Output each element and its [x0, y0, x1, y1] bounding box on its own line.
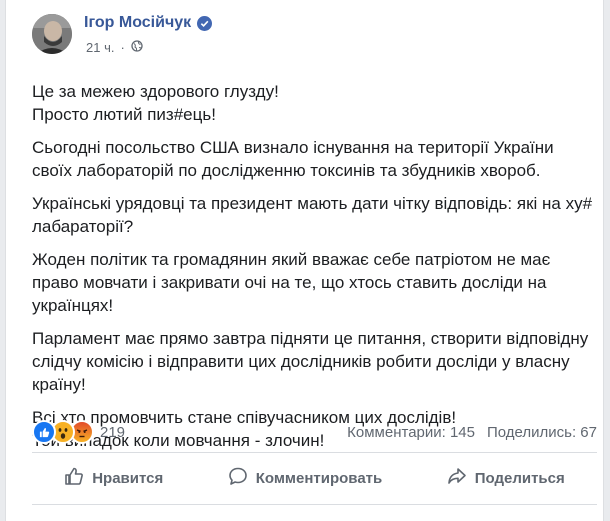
post-body: Це за межею здорового глузду! Просто лют…: [32, 80, 597, 462]
comment-icon: [228, 466, 248, 490]
avatar[interactable]: [32, 14, 72, 54]
comment-label: Комментировать: [255, 469, 383, 487]
post-paragraph: Сьогодні посольство США визнало існуванн…: [32, 138, 554, 180]
post-header: Ігор Мосійчук: [84, 13, 213, 33]
action-bar: Нравится Комментировать Поделиться: [32, 458, 597, 498]
like-label: Нравится: [92, 469, 164, 487]
thumbs-up-icon: [64, 466, 84, 490]
globe-icon[interactable]: [131, 40, 143, 56]
share-arrow-icon: [447, 466, 467, 490]
comment-button[interactable]: Комментировать: [228, 466, 383, 490]
verified-badge-icon: [197, 15, 213, 31]
share-label: Поделиться: [474, 469, 565, 487]
post-paragraph: Парламент має прямо завтра підняти це пи…: [32, 329, 589, 394]
like-button[interactable]: Нравится: [64, 466, 163, 490]
post-stats: 219 Комментарии: 145 Поделились: 67: [32, 420, 597, 444]
divider: [32, 504, 597, 505]
like-reaction-icon: [32, 420, 56, 444]
divider: [32, 452, 597, 453]
shares-count[interactable]: Поделились: 67: [487, 424, 597, 441]
comments-count[interactable]: Комментарии: 145: [347, 424, 475, 441]
reaction-count: 219: [100, 423, 126, 441]
reactions-summary[interactable]: 219: [32, 420, 125, 444]
engagement-counts: Комментарии: 145 Поделились: 67: [347, 424, 597, 441]
separator-dot: ·: [120, 40, 125, 55]
share-button[interactable]: Поделиться: [447, 466, 565, 490]
author-name[interactable]: Ігор Мосійчук: [84, 13, 191, 33]
post-paragraph: Це за межею здорового глузду! Просто лют…: [32, 82, 279, 124]
post-meta: 21 ч. ·: [86, 40, 143, 56]
post-timestamp[interactable]: 21 ч.: [86, 40, 114, 56]
post-card: Ігор Мосійчук 21 ч. · Це за межею здоров…: [5, 0, 604, 521]
post-paragraph: Жоден політик та громадянин який вважає …: [32, 250, 551, 315]
post-paragraph: Українські урядовці та президент мають д…: [32, 194, 593, 236]
